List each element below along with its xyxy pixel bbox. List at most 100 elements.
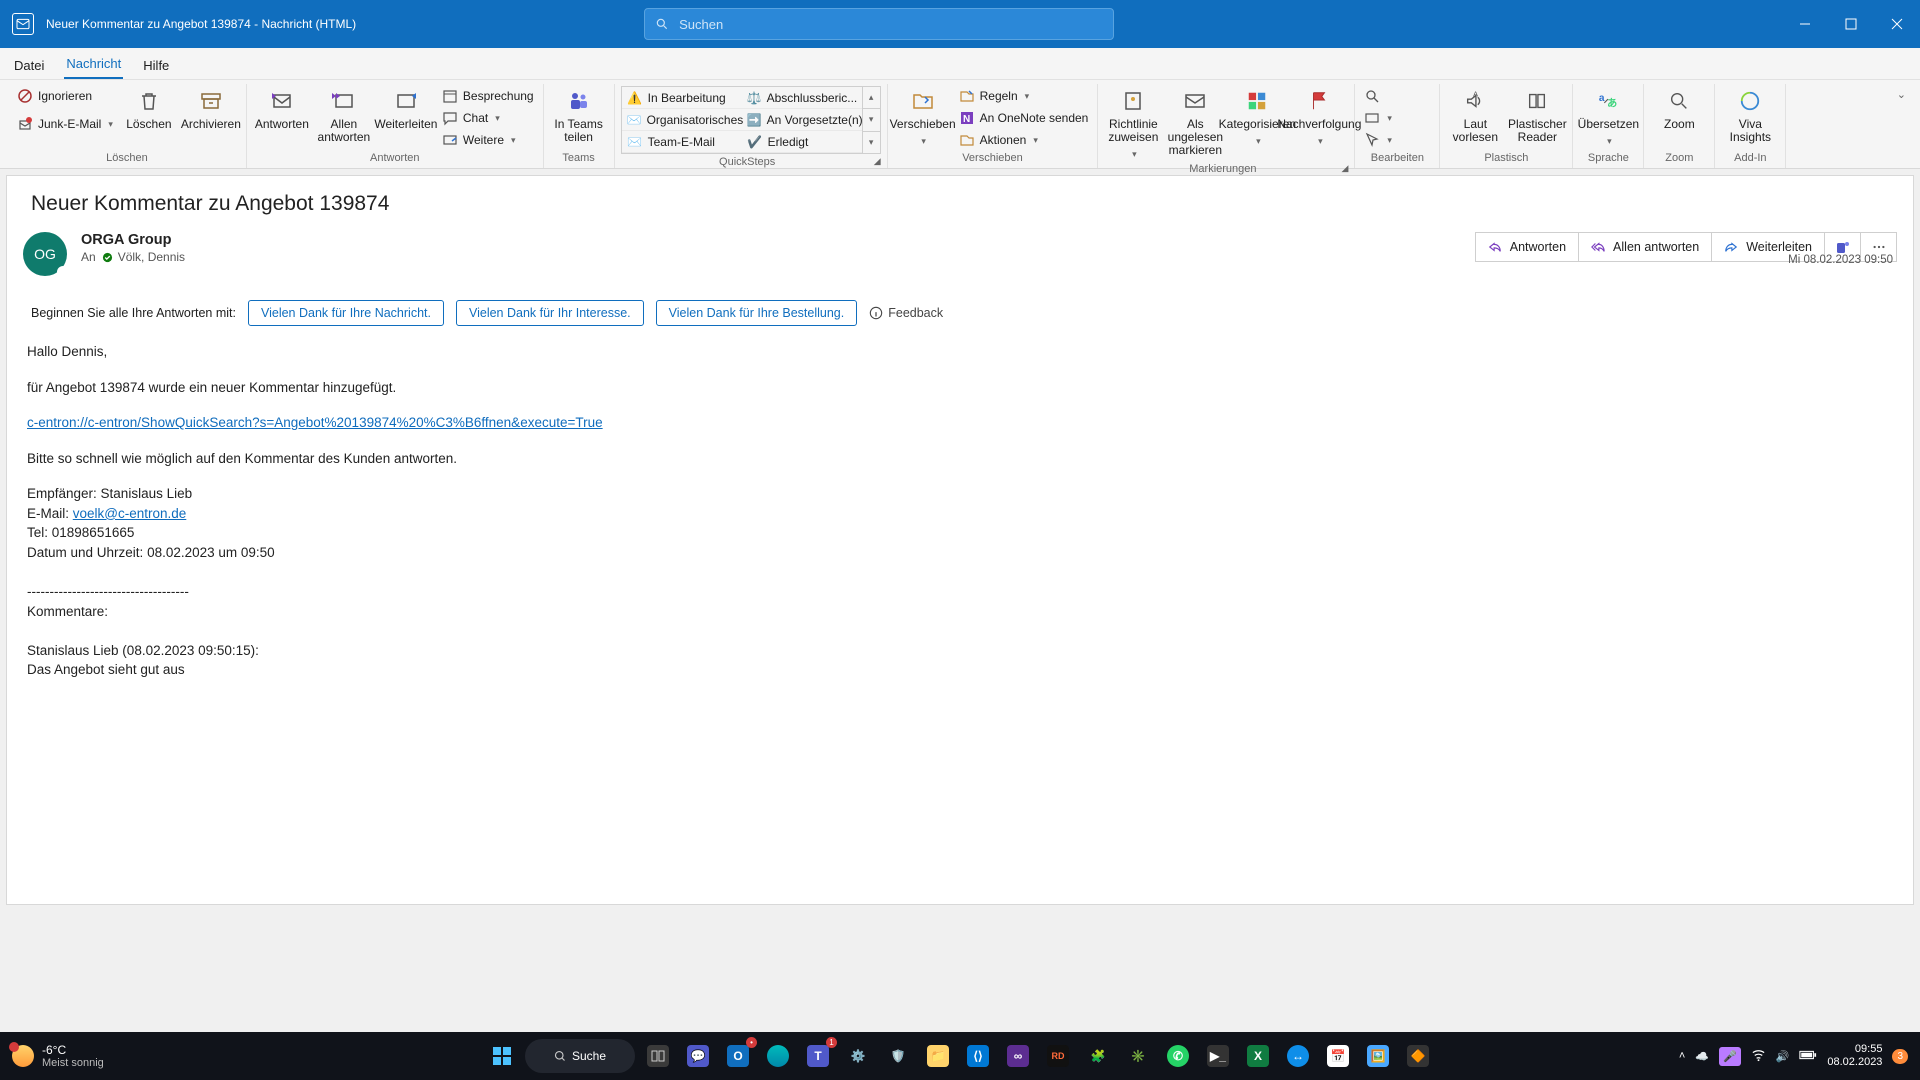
app-vs[interactable]: ∞	[1001, 1039, 1035, 1073]
qs-down[interactable]: ▾	[863, 109, 880, 131]
tray-volume-icon[interactable]: 🔊	[1776, 1050, 1790, 1063]
immersive-button[interactable]: Plastischer Reader	[1508, 86, 1566, 144]
app-powertoys[interactable]: 🧩	[1081, 1039, 1115, 1073]
titlebar: Neuer Kommentar zu Angebot 139874 - Nach…	[0, 0, 1920, 48]
book-icon	[1524, 88, 1550, 114]
app-photos[interactable]: 🖼️	[1361, 1039, 1395, 1073]
avatar: OG	[23, 232, 67, 276]
forward-button[interactable]: Weiterleiten	[377, 86, 435, 131]
app-edge[interactable]	[761, 1039, 795, 1073]
teams-share-button[interactable]: In Teams teilen	[550, 86, 608, 144]
reply-button[interactable]: Antworten	[253, 86, 311, 131]
start-button[interactable]	[485, 1039, 519, 1073]
app-teamviewer[interactable]: ↔	[1281, 1039, 1315, 1073]
replyall-button[interactable]: Allen antworten	[315, 86, 373, 144]
app-calendar[interactable]: 📅	[1321, 1039, 1355, 1073]
junk-button[interactable]: Junk-E-Mail▾	[14, 114, 116, 134]
close-button[interactable]	[1874, 0, 1920, 48]
qs-org[interactable]: ✉️Organisatorisches	[622, 109, 742, 131]
taskview-button[interactable]	[641, 1039, 675, 1073]
timestamp: Mi 08.02.2023 09:50	[1788, 254, 1893, 266]
ignore-button[interactable]: Ignorieren	[14, 86, 116, 106]
app-explorer[interactable]: 📁	[921, 1039, 955, 1073]
meeting-button[interactable]: Besprechung	[439, 86, 537, 106]
weather-widget[interactable]: -6°C Meist sonnig	[0, 1043, 104, 1069]
archive-icon	[198, 88, 224, 114]
app-vscode[interactable]: ⟨⟩	[961, 1039, 995, 1073]
tray-notifications[interactable]: 3	[1892, 1049, 1908, 1064]
followup-button[interactable]: Nachverfolgung▾	[1290, 86, 1348, 148]
rules-button[interactable]: Regeln▾	[956, 86, 1092, 106]
envelope-icon	[1364, 110, 1380, 126]
maximize-button[interactable]	[1828, 0, 1874, 48]
rules-icon	[959, 88, 975, 104]
policy-button[interactable]: Richtlinie zuweisen▾	[1104, 86, 1162, 161]
move-button[interactable]: Verschieben▾	[894, 86, 952, 148]
calendar-icon	[442, 88, 458, 104]
qs-expand[interactable]: ▾	[863, 132, 880, 153]
group-lang-label: Sprache	[1579, 150, 1637, 168]
app-terminal[interactable]: ▶_	[1201, 1039, 1235, 1073]
unread-button[interactable]: Als ungelesen markieren	[1166, 86, 1224, 157]
chat-button[interactable]: Chat▾	[439, 108, 537, 128]
mail-icon: ✉️	[627, 112, 642, 128]
weather-icon	[12, 1045, 34, 1067]
app-excel[interactable]: X	[1241, 1039, 1275, 1073]
minimize-button[interactable]	[1782, 0, 1828, 48]
tray-onedrive-icon[interactable]: ☁️	[1695, 1050, 1709, 1063]
suggest-chip-3[interactable]: Vielen Dank für Ihre Bestellung.	[656, 300, 858, 326]
onenote-icon: N	[959, 110, 975, 126]
suggest-chip-2[interactable]: Vielen Dank für Ihr Interesse.	[456, 300, 644, 326]
tray-wifi-icon[interactable]	[1751, 1047, 1766, 1065]
taskbar: -6°C Meist sonnig Suche 💬 O T ⚙️ 🛡️ 📁 ⟨⟩…	[0, 1032, 1920, 1080]
app-rider[interactable]: RD	[1041, 1039, 1075, 1073]
tray-battery-icon[interactable]	[1799, 1049, 1817, 1064]
qs-mgr[interactable]: ➡️An Vorgesetzte(n)	[742, 109, 862, 131]
app-outlook[interactable]: O	[721, 1039, 755, 1073]
app-chat[interactable]: 💬	[681, 1039, 715, 1073]
readaloud-button[interactable]: ALaut vorlesen	[1446, 86, 1504, 144]
tray-clock[interactable]: 09:55 08.02.2023	[1827, 1043, 1882, 1069]
msg-replyall-button[interactable]: Allen antworten	[1579, 232, 1712, 262]
teams-icon	[566, 88, 592, 114]
qs-close[interactable]: ⚖️Abschlussberic...	[742, 87, 862, 109]
qs-team[interactable]: ✉️Team-E-Mail	[622, 131, 742, 153]
body-email-link[interactable]: voelk@c-entron.de	[73, 506, 187, 521]
app-settings[interactable]: ⚙️	[841, 1039, 875, 1073]
search-placeholder: Suchen	[679, 17, 723, 32]
qs-inprogress[interactable]: ⚠️In Bearbeitung	[622, 87, 742, 109]
scale-icon: ⚖️	[747, 90, 762, 106]
suggest-chip-1[interactable]: Vielen Dank für Ihre Nachricht.	[248, 300, 444, 326]
ribbon-collapse[interactable]: ⌄	[1891, 84, 1912, 168]
onenote-button[interactable]: NAn OneNote senden	[956, 108, 1092, 128]
body-link[interactable]: c-entron://c-entron/ShowQuickSearch?s=An…	[27, 415, 603, 430]
app-slack[interactable]: ✳️	[1121, 1039, 1155, 1073]
more-button[interactable]: Weitere▾	[439, 130, 537, 150]
message-body: Hallo Dennis, für Angebot 139874 wurde e…	[27, 342, 1889, 680]
find-button[interactable]	[1361, 86, 1433, 106]
viva-button[interactable]: Viva Insights	[1721, 86, 1779, 144]
menu-message[interactable]: Nachricht	[64, 50, 123, 79]
envelope-dd-button[interactable]: ▾	[1361, 108, 1433, 128]
actions-button[interactable]: Aktionen▾	[956, 130, 1092, 150]
archive-button[interactable]: Archivieren	[182, 86, 240, 131]
taskbar-search[interactable]: Suche	[525, 1039, 635, 1073]
tray-chevron-icon[interactable]: ˄	[1679, 1050, 1685, 1062]
menu-help[interactable]: Hilfe	[141, 52, 171, 79]
app-misc[interactable]: 🔶	[1401, 1039, 1435, 1073]
select-button[interactable]: ▾	[1361, 130, 1433, 150]
app-whatsapp[interactable]: ✆	[1161, 1039, 1195, 1073]
zoom-button[interactable]: Zoom	[1650, 86, 1708, 131]
qs-up[interactable]: ▴	[863, 87, 880, 109]
translate-button[interactable]: aあÜbersetzen▾	[1579, 86, 1637, 148]
msg-reply-button[interactable]: Antworten	[1475, 232, 1579, 262]
menu-file[interactable]: Datei	[12, 52, 46, 79]
app-security[interactable]: 🛡️	[881, 1039, 915, 1073]
app-teams[interactable]: T	[801, 1039, 835, 1073]
feedback-link[interactable]: Feedback	[869, 306, 943, 320]
tray-mic-icon[interactable]: 🎤	[1719, 1047, 1741, 1066]
delete-button[interactable]: Löschen	[120, 86, 178, 131]
qs-done[interactable]: ✔️Erledigt	[742, 131, 862, 153]
search-box[interactable]: Suchen	[644, 8, 1114, 40]
ignore-icon	[17, 88, 33, 104]
